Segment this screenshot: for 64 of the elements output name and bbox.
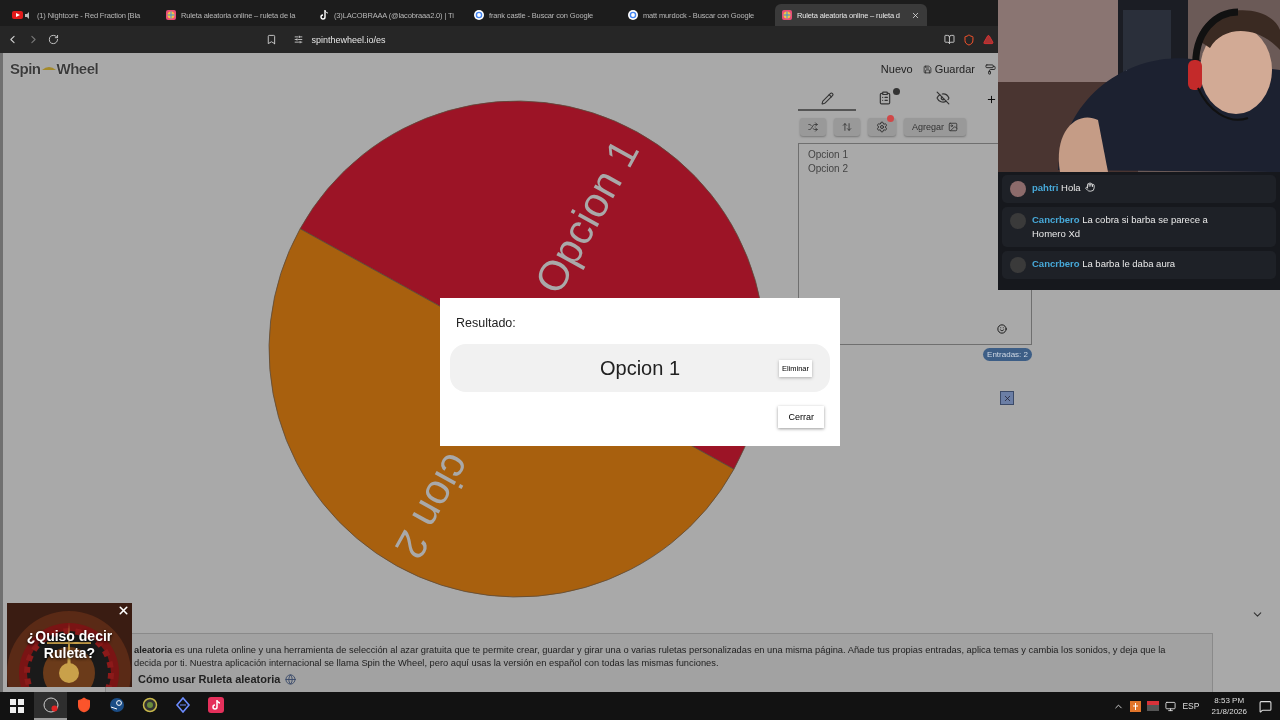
shuffle-icon bbox=[808, 122, 818, 132]
g-favicon-icon bbox=[628, 10, 638, 20]
avatar-icon bbox=[1010, 213, 1026, 229]
music-note-app-icon bbox=[207, 697, 224, 713]
globe-icon bbox=[285, 673, 297, 685]
music-note-favicon-icon bbox=[320, 10, 329, 20]
settings-icon bbox=[876, 121, 888, 133]
wheel-favicon-icon bbox=[166, 10, 176, 20]
sort-icon bbox=[842, 122, 852, 132]
entry-text: Opcion 2 bbox=[808, 163, 850, 174]
message-text: Cancrbero La cobra si barba se parece a Homero Xd bbox=[1032, 213, 1209, 241]
eye-off-icon bbox=[936, 91, 950, 105]
notifications-icon[interactable] bbox=[1259, 699, 1272, 713]
video-favicon-icon bbox=[12, 10, 32, 20]
windows-start-icon[interactable] bbox=[10, 699, 24, 713]
clipboard-icon bbox=[878, 91, 892, 105]
site-settings-icon[interactable] bbox=[294, 35, 304, 44]
header-button[interactable]: Nuevo bbox=[880, 63, 913, 75]
clock[interactable]: 8:53 PM 21/8/2026 bbox=[1211, 695, 1247, 717]
count-badge-icon bbox=[893, 88, 900, 95]
shield-icon[interactable] bbox=[963, 33, 976, 46]
message-text: pahtri Hola bbox=[1032, 181, 1095, 195]
description-paragraph: aleatoria es una ruleta online y una herramienta de selección al azar gratuita que te permite crear, guardar y girar una o varias ruletas personalizadas en una misma página. Añade tus propias entradas, aplica temas y cambia los sonidos, y deja que la decida por ti. Nuestra aplicación internacional se llama Spin the Wheel, pero aquí usas la versión en español con todas las mismas funciones. bbox=[134, 644, 1167, 670]
emoji-icon[interactable] bbox=[997, 324, 1007, 334]
save-icon bbox=[922, 64, 932, 74]
pencil-icon bbox=[820, 91, 834, 105]
close-ad-button[interactable] bbox=[117, 604, 130, 617]
tool-button[interactable] bbox=[868, 118, 896, 136]
message-text: Cancrbero La barba le daba aura bbox=[1032, 257, 1176, 271]
logo-text: Spin bbox=[10, 59, 41, 77]
close-tab-icon[interactable] bbox=[911, 10, 920, 20]
header-button[interactable]: Guardar bbox=[922, 63, 975, 75]
reader-icon[interactable] bbox=[944, 34, 956, 45]
entry-text: Opcion 1 bbox=[808, 149, 850, 160]
g-favicon-icon bbox=[474, 10, 484, 20]
add-tab-icon[interactable] bbox=[986, 93, 997, 105]
diamond-app-icon bbox=[174, 697, 191, 713]
paint-roller-icon[interactable] bbox=[985, 63, 996, 75]
tool-button[interactable] bbox=[800, 118, 826, 136]
app-tray-icon[interactable] bbox=[1130, 700, 1142, 712]
avatar-icon bbox=[1010, 181, 1026, 197]
entry-count: Entradas: 2 bbox=[983, 348, 1032, 361]
network-icon[interactable] bbox=[1165, 700, 1177, 712]
reload-icon[interactable] bbox=[47, 34, 59, 45]
ad-text: ¿Quiso decir Ruleta? bbox=[25, 628, 114, 662]
shield-app-icon bbox=[75, 697, 92, 713]
tool-button[interactable]: Agregar bbox=[904, 118, 967, 136]
triangle-icon[interactable] bbox=[983, 34, 994, 45]
section-heading: Cómo usar Ruleta aleatoria bbox=[138, 673, 281, 685]
close-box-icon[interactable] bbox=[1000, 391, 1014, 405]
wheel-logo-icon bbox=[41, 64, 56, 72]
image-icon bbox=[948, 122, 959, 132]
record-app-icon bbox=[42, 697, 59, 713]
dialog-title: Resultado: bbox=[455, 316, 517, 330]
avatar-icon bbox=[1010, 257, 1026, 273]
close-button[interactable]: Cerrar bbox=[778, 406, 824, 428]
logo-text: Wheel bbox=[56, 59, 99, 77]
wheel-favicon-icon bbox=[782, 10, 792, 20]
language-indicator[interactable]: ESP bbox=[1182, 701, 1200, 711]
segment-label: cion 2 bbox=[386, 445, 482, 567]
ad-banner[interactable]: ¿Quiso decir Ruleta? bbox=[7, 603, 132, 687]
url-text: spinthewheel.io/es bbox=[311, 34, 386, 45]
bookmark-icon[interactable] bbox=[265, 34, 277, 45]
result-text: Opcion 1 bbox=[599, 356, 681, 380]
